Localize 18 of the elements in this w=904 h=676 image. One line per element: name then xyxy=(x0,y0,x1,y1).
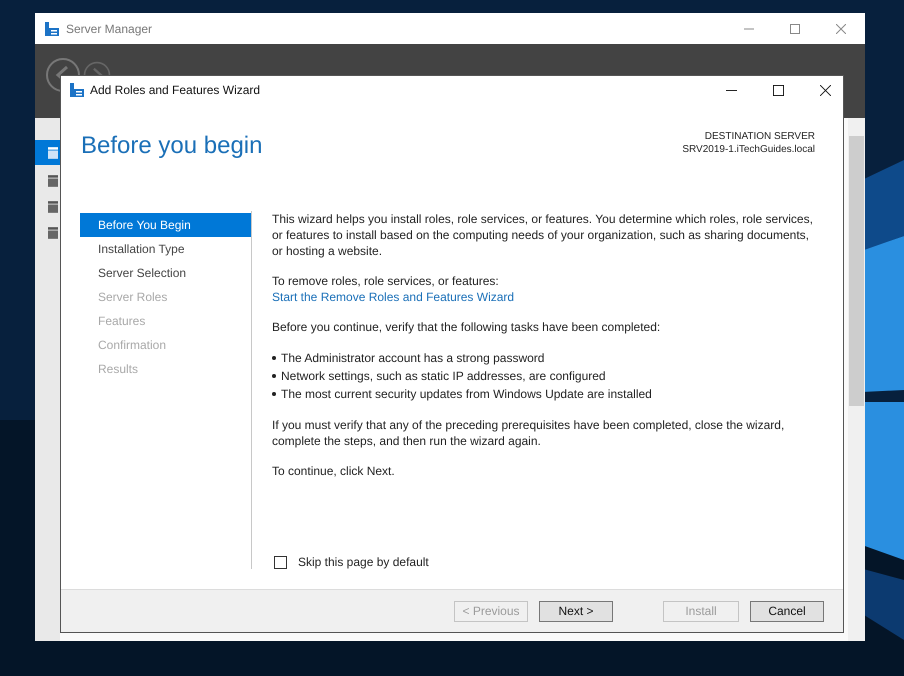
step-item: Features xyxy=(97,313,146,330)
bullet-text: Network settings, such as static IP addresses, are configured xyxy=(281,368,606,385)
step-item: Confirmation xyxy=(97,337,168,354)
bullet-text: The most current security updates from Windows Update are installed xyxy=(281,386,652,403)
prerequisite-text: If you must verify that any of the preceding prerequisites have been completed, close the wizard, complete the steps, and then run the wizard again. xyxy=(272,417,786,449)
window-title: Add Roles and Features Wizard xyxy=(90,83,260,97)
step-item: Results xyxy=(97,361,140,378)
destination-server: SRV2019-1.iTechGuides.local xyxy=(682,143,815,156)
page-heading: Before you begin xyxy=(81,132,262,161)
bullet-text: The Administrator account has a strong password xyxy=(281,350,544,367)
destination-label: DESTINATION SERVER xyxy=(704,130,815,143)
continue-text: To continue, click Next. xyxy=(272,463,396,479)
verify-text: Before you continue, verify that the following tasks have been completed: xyxy=(272,319,662,335)
window-title: Server Manager xyxy=(66,22,152,36)
step-item: Server Roles xyxy=(97,289,168,306)
intro-text: This wizard helps you install roles, role services, or features. You determine which roles, role services, or features to install based on the computing needs of your organization, such as sharing documents, or hosting a website. xyxy=(272,211,814,259)
checkbox-label: Skip this page by default xyxy=(298,555,429,569)
remove-prompt: To remove roles, role services, or features: xyxy=(272,273,500,289)
